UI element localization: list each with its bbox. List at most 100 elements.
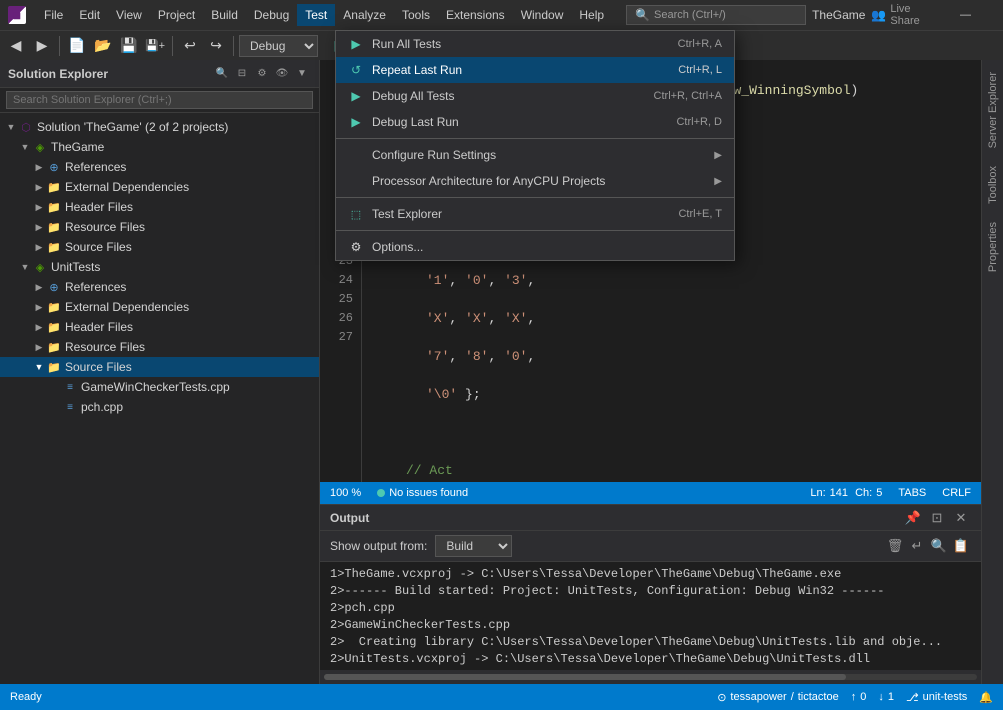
tree-node-ut-headers[interactable]: ▶ 📁 Header Files (0, 317, 319, 337)
minimize-button[interactable]: — (945, 0, 986, 30)
menu-item-options[interactable]: ⚙ Options... (336, 234, 734, 260)
menu-help[interactable]: Help (571, 4, 612, 26)
se-tree: ▼ ⬡ Solution 'TheGame' (2 of 2 projects)… (0, 113, 319, 684)
options-icon: ⚙ (348, 239, 364, 255)
save-button[interactable]: 💾 (117, 34, 141, 58)
forward-button[interactable]: ▶ (30, 34, 54, 58)
tree-arrow-tg-extdeps: ▶ (32, 182, 46, 193)
menu-debug[interactable]: Debug (246, 4, 297, 26)
configure-run-settings-arrow: ▶ (714, 150, 722, 161)
output-header: Output 📌 ⊡ ✕ (320, 505, 981, 531)
tree-arrow-tg-resources: ▶ (32, 222, 46, 233)
references-icon-ut: ⊕ (46, 279, 62, 295)
properties-tab[interactable]: Properties (984, 214, 1002, 280)
menu-item-test-explorer[interactable]: ⬚ Test Explorer Ctrl+E, T (336, 201, 734, 227)
test-explorer-shortcut: Ctrl+E, T (678, 208, 722, 220)
tree-node-thegame[interactable]: ▼ ◈ TheGame (0, 137, 319, 157)
se-collapse-icon[interactable]: ⊟ (233, 65, 251, 83)
github-icon: ⊙ (717, 691, 726, 704)
back-button[interactable]: ◀ (4, 34, 28, 58)
output-copy-icon[interactable]: 📋 (951, 536, 971, 556)
menu-file[interactable]: File (36, 4, 71, 26)
tree-node-ut-extdeps[interactable]: ▶ 📁 External Dependencies (0, 297, 319, 317)
redo-button[interactable]: ↪ (204, 34, 228, 58)
menu-project[interactable]: Project (150, 4, 203, 26)
tree-node-tg-source[interactable]: ▶ 📁 Source Files (0, 237, 319, 257)
se-search-icon[interactable]: 🔍 (213, 65, 231, 83)
save-all-button[interactable]: 💾+ (143, 34, 167, 58)
se-menu-icon[interactable]: ▼ (293, 65, 311, 83)
menu-analyze[interactable]: Analyze (335, 4, 394, 26)
menu-item-run-all-tests[interactable]: ▶ Run All Tests Ctrl+R, A (336, 31, 734, 57)
output-float-button[interactable]: ⊡ (927, 508, 947, 528)
output-source-dropdown[interactable]: Build Debug General (435, 535, 512, 557)
menu-view[interactable]: View (108, 4, 150, 26)
menu-extensions[interactable]: Extensions (438, 4, 513, 26)
undo-button[interactable]: ↩ (178, 34, 202, 58)
debug-last-run-icon: ▶ (348, 114, 364, 130)
notification-bell[interactable]: 🔔 (979, 691, 993, 704)
output-find-icon[interactable]: 🔍 (929, 536, 949, 556)
tree-node-solution[interactable]: ▼ ⬡ Solution 'TheGame' (2 of 2 projects) (0, 117, 319, 137)
menu-item-debug-all-tests[interactable]: ▶ Debug All Tests Ctrl+R, Ctrl+A (336, 83, 734, 109)
code-line-20: '7', '8', '0', (372, 347, 971, 366)
server-explorer-tab[interactable]: Server Explorer (984, 64, 1002, 156)
commits-down[interactable]: ↓ 1 (878, 691, 894, 703)
menu-test[interactable]: Test (297, 4, 335, 26)
menu-item-debug-last-run[interactable]: ▶ Debug Last Run Ctrl+R, D (336, 109, 734, 135)
tree-node-unittests[interactable]: ▼ ◈ UnitTests (0, 257, 319, 277)
live-share-label[interactable]: Live Share (890, 3, 935, 27)
menu-build[interactable]: Build (203, 4, 246, 26)
tree-arrow-solution: ▼ (4, 122, 18, 132)
se-search-input[interactable] (6, 91, 313, 109)
bell-icon: 🔔 (979, 691, 993, 704)
restore-button[interactable]: ❐ (988, 0, 1003, 30)
new-file-button[interactable]: 📄 (65, 34, 89, 58)
output-scrollbar[interactable] (320, 670, 981, 684)
cpp-icon-gametests: ≡ (62, 379, 78, 395)
folder-icon-ut-source: 📁 (46, 359, 62, 375)
ut-headers-label: Header Files (65, 320, 133, 334)
branch-name[interactable]: ⎇ unit-tests (906, 691, 967, 704)
ready-status: Ready (10, 691, 42, 703)
output-close-button[interactable]: ✕ (951, 508, 971, 528)
tree-node-tg-extdeps[interactable]: ▶ 📁 External Dependencies (0, 177, 319, 197)
solution-explorer-title: Solution Explorer (8, 67, 108, 81)
ut-source-label: Source Files (65, 360, 132, 374)
tree-arrow-tg-headers: ▶ (32, 202, 46, 213)
tree-node-tg-resources[interactable]: ▶ 📁 Resource Files (0, 217, 319, 237)
output-clear-icon[interactable]: 🗑 (885, 536, 905, 556)
tree-arrow-tg-source: ▶ (32, 242, 46, 253)
open-file-button[interactable]: 📂 (91, 34, 115, 58)
menu-tools[interactable]: Tools (394, 4, 438, 26)
tree-node-ut-refs[interactable]: ▶ ⊕ References (0, 277, 319, 297)
tree-node-ut-source[interactable]: ▼ 📁 Source Files (0, 357, 319, 377)
sep1 (59, 36, 60, 56)
zoom-level: 100 % (330, 487, 361, 499)
github-user-repo[interactable]: ⊙ tessapower / tictactoe (717, 691, 839, 704)
se-properties-icon[interactable]: ⚙ (253, 65, 271, 83)
tree-node-ut-gametests[interactable]: ≡ GameWinCheckerTests.cpp (0, 377, 319, 397)
menu-window[interactable]: Window (513, 4, 572, 26)
debug-all-tests-shortcut: Ctrl+R, Ctrl+A (654, 90, 722, 102)
tree-node-tg-headers[interactable]: ▶ 📁 Header Files (0, 197, 319, 217)
menu-item-configure-run-settings[interactable]: Configure Run Settings ▶ (336, 142, 734, 168)
output-wrap-icon[interactable]: ↵ (907, 536, 927, 556)
menu-edit[interactable]: Edit (71, 4, 108, 26)
se-preview-icon[interactable]: 👁 (273, 65, 291, 83)
menu-item-repeat-last-run[interactable]: ↺ Repeat Last Run Ctrl+R, L (336, 57, 734, 83)
live-share-icon: 👥 (871, 8, 886, 22)
toolbox-tab[interactable]: Toolbox (984, 158, 1002, 212)
tree-node-tg-refs[interactable]: ▶ ⊕ References (0, 157, 319, 177)
code-line-19: 'X', 'X', 'X', (372, 309, 971, 328)
tree-node-ut-pch[interactable]: ≡ pch.cpp (0, 397, 319, 417)
output-pin-button[interactable]: 📌 (903, 508, 923, 528)
tree-node-ut-resources[interactable]: ▶ 📁 Resource Files (0, 337, 319, 357)
run-all-tests-label: Run All Tests (372, 37, 670, 51)
ready-label: Ready (10, 691, 42, 703)
tg-resources-label: Resource Files (65, 220, 145, 234)
commits-up[interactable]: ↑ 0 (851, 691, 867, 703)
tree-arrow-ut-headers: ▶ (32, 322, 46, 333)
menu-item-processor-arch[interactable]: Processor Architecture for AnyCPU Projec… (336, 168, 734, 194)
config-dropdown[interactable]: Debug Release (239, 35, 318, 57)
